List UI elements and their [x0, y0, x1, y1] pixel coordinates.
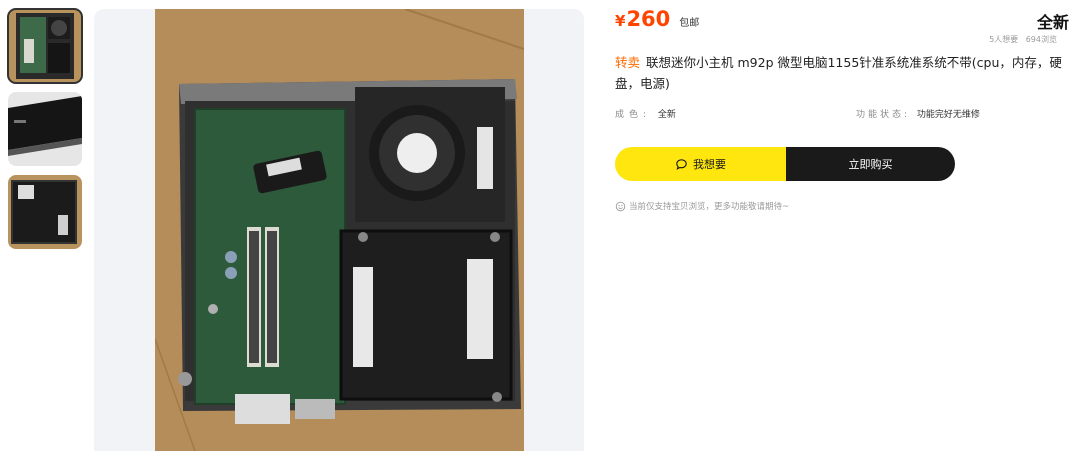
- thumbnail-3[interactable]: [8, 175, 82, 249]
- price-row: ¥ 260 包邮: [615, 7, 699, 31]
- buy-now-button[interactable]: 立即购买: [786, 147, 955, 181]
- notice-text: 当前仅支持宝贝浏览，更多功能敬请期待~: [629, 202, 790, 212]
- smiley-icon: [615, 201, 626, 211]
- main-product-image: [155, 9, 524, 451]
- notice: 当前仅支持宝贝浏览，更多功能敬请期待~: [615, 200, 789, 212]
- thumbnail-2[interactable]: [8, 92, 82, 166]
- thumbnail-1-image: [8, 9, 82, 83]
- want-button-label: 我想要: [693, 158, 726, 171]
- view-count: 694浏览: [1025, 35, 1057, 44]
- resale-tag: 转卖: [615, 55, 641, 70]
- thumbnail-strip: [7, 8, 83, 258]
- buy-button-label: 立即购买: [848, 158, 893, 171]
- attr-condition: 成色: 全新: [615, 107, 676, 120]
- condition-badge: 全新: [1034, 9, 1072, 33]
- chat-bubble-icon: [676, 158, 687, 170]
- attr-function-key: 功能状态:: [856, 110, 911, 120]
- attr-function-value: 功能完好无维修: [916, 110, 980, 120]
- want-button[interactable]: 我想要: [615, 147, 786, 181]
- product-title: 转卖 联想迷你小主机 m92p 微型电脑1155针准系统准系统不带(cpu，内存，…: [615, 52, 1071, 94]
- thumbnail-1[interactable]: [7, 8, 83, 84]
- price-symbol: ¥: [615, 12, 626, 30]
- stats-row: 5人想要 694浏览: [984, 34, 1057, 45]
- main-image-container[interactable]: [94, 9, 584, 451]
- want-count: 5人想要: [989, 35, 1019, 44]
- price-value: 260: [626, 7, 671, 31]
- attr-condition-key: 成色:: [615, 110, 652, 120]
- product-title-text: 联想迷你小主机 m92p 微型电脑1155针准系统准系统不带(cpu，内存，硬盘…: [615, 55, 1062, 91]
- thumbnail-2-image: [8, 92, 82, 166]
- shipping-label: 包邮: [679, 18, 700, 29]
- action-buttons: 我想要 立即购买: [615, 147, 955, 181]
- attr-condition-value: 全新: [657, 110, 676, 120]
- attr-function-status: 功能状态: 功能完好无维修: [856, 107, 980, 120]
- thumbnail-3-image: [8, 175, 82, 249]
